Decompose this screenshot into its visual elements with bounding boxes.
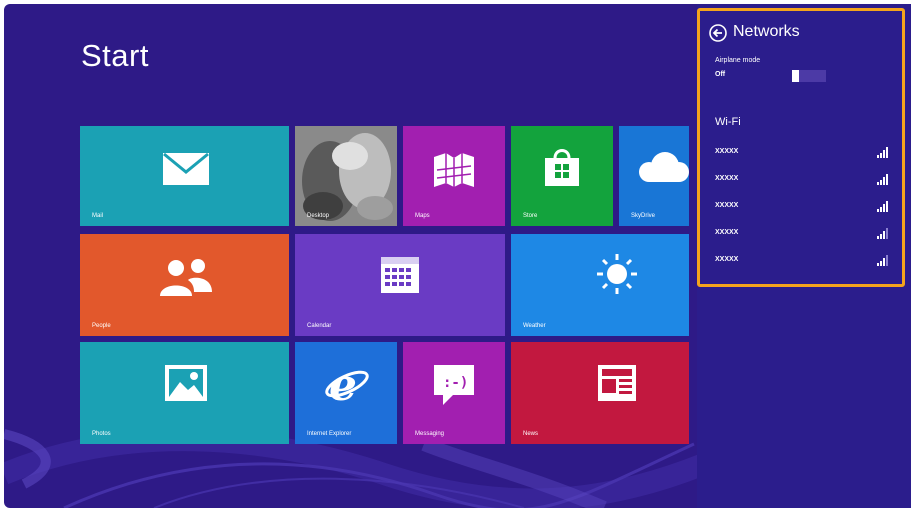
tile-news[interactable]: News (511, 342, 689, 444)
tile-label: People (92, 323, 111, 329)
networks-title: Networks (733, 23, 800, 40)
network-name: XXXXX (715, 202, 739, 209)
tile-label: Desktop (307, 213, 330, 219)
tile-label: Store (523, 213, 538, 219)
chat-bubble-icon: :-) (434, 365, 474, 405)
tile-label: News (523, 431, 539, 437)
cloud-icon (639, 152, 689, 182)
airplane-mode-toggle[interactable] (792, 70, 826, 82)
tile-label: Calendar (307, 323, 332, 329)
tile-weather[interactable]: Weather (511, 234, 689, 336)
map-icon (434, 153, 474, 187)
wifi-signal-icon (877, 147, 888, 158)
network-item[interactable]: XXXXX (715, 147, 891, 160)
network-name: XXXXX (715, 256, 739, 263)
wifi-heading: Wi-Fi (715, 116, 741, 128)
shopping-bag-icon (545, 149, 579, 186)
sun-icon (597, 254, 637, 294)
envelope-icon (163, 152, 209, 185)
tile-label: Mail (92, 213, 104, 219)
toggle-thumb (792, 70, 799, 82)
back-arrow-icon[interactable] (709, 24, 727, 42)
tile-maps[interactable]: Maps (403, 126, 505, 226)
tile-label: Internet Explorer (307, 431, 352, 437)
tile-label: SkyDrive (631, 213, 656, 219)
network-name: XXXXX (715, 229, 739, 236)
picture-icon (165, 365, 207, 401)
tile-label: Weather (523, 323, 546, 329)
tile-people[interactable]: People (80, 234, 289, 336)
wifi-signal-icon (877, 228, 888, 239)
wifi-signal-icon (877, 174, 888, 185)
airplane-mode-label: Airplane mode (715, 57, 761, 64)
tile-label: Maps (415, 213, 430, 219)
tile-label: Photos (92, 431, 111, 437)
wifi-signal-icon (877, 255, 888, 266)
network-item[interactable]: XXXXX (715, 201, 891, 214)
desktop-photo (295, 126, 397, 226)
start-title: Start (81, 38, 149, 73)
people-icon (160, 259, 212, 296)
calendar-icon (381, 257, 419, 293)
network-name: XXXXX (715, 175, 739, 182)
tile-desktop[interactable]: Desktop (295, 126, 397, 226)
network-item[interactable]: XXXXX (715, 228, 891, 241)
tile-skydrive[interactable]: SkyDrive (619, 126, 689, 226)
tile-photos[interactable]: Photos (80, 342, 289, 444)
tile-calendar[interactable]: Calendar (295, 234, 505, 336)
airplane-mode-state: Off (715, 71, 726, 78)
tile-store[interactable]: Store (511, 126, 613, 226)
tile-messaging[interactable]: :-) Messaging (403, 342, 505, 444)
svg-text:e: e (329, 362, 357, 408)
svg-text::-): :-) (443, 375, 468, 391)
tile-internet-explorer[interactable]: e Internet Explorer (295, 342, 397, 444)
wifi-signal-icon (877, 201, 888, 212)
internet-explorer-icon: e (325, 362, 369, 408)
newspaper-icon (598, 365, 636, 401)
network-item[interactable]: XXXXX (715, 174, 891, 187)
tile-label: Messaging (415, 431, 445, 437)
tile-mail[interactable]: Mail (80, 126, 289, 226)
network-item[interactable]: XXXXX (715, 255, 891, 268)
network-name: XXXXX (715, 148, 739, 155)
